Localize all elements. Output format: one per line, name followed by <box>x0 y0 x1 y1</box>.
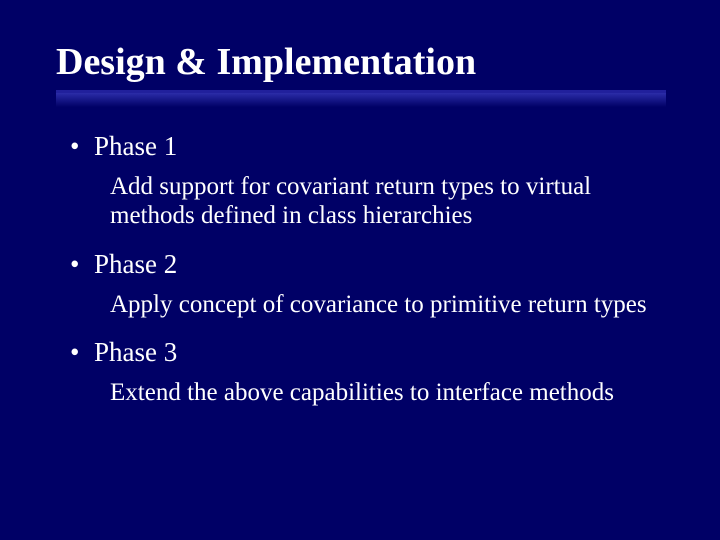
bullet-icon: • <box>70 133 94 160</box>
phase-line: • Phase 1 <box>70 131 660 162</box>
list-item: • Phase 3 Extend the above capabilities … <box>70 337 660 408</box>
phase-label: Phase 2 <box>94 249 177 280</box>
phase-line: • Phase 2 <box>70 249 660 280</box>
phase-line: • Phase 3 <box>70 337 660 368</box>
phase-desc: Apply concept of covariance to primitive… <box>110 290 650 320</box>
phase-desc: Add support for covariant return types t… <box>110 172 650 231</box>
phase-label: Phase 3 <box>94 337 177 368</box>
phase-desc: Extend the above capabilities to interfa… <box>110 378 650 408</box>
content: • Phase 1 Add support for covariant retu… <box>0 107 720 408</box>
phase-label: Phase 1 <box>94 131 177 162</box>
list-item: • Phase 2 Apply concept of covariance to… <box>70 249 660 320</box>
title-block: Design & Implementation <box>0 0 720 107</box>
title-underline <box>56 90 666 107</box>
slide: Design & Implementation • Phase 1 Add su… <box>0 0 720 540</box>
bullet-icon: • <box>70 339 94 366</box>
slide-title: Design & Implementation <box>56 42 720 84</box>
list-item: • Phase 1 Add support for covariant retu… <box>70 131 660 231</box>
bullet-icon: • <box>70 251 94 278</box>
